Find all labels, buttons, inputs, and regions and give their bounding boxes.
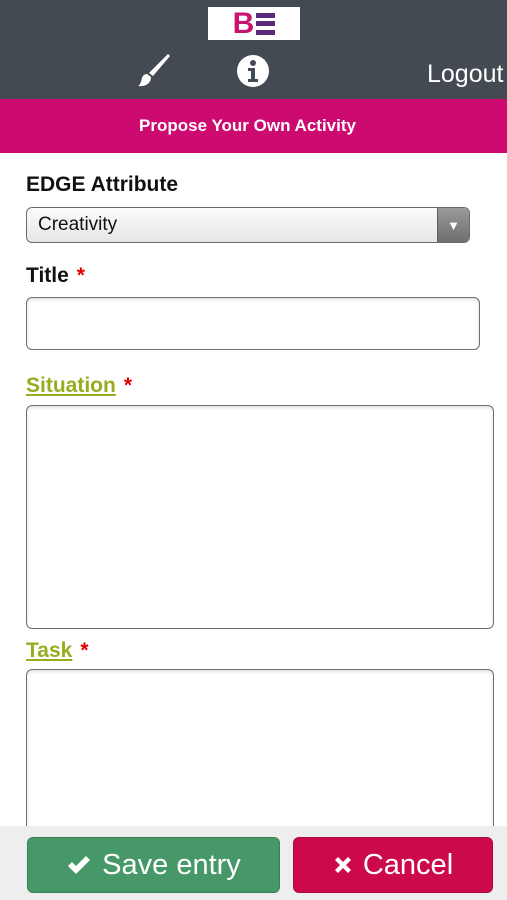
situation-textarea[interactable]: [26, 405, 494, 629]
title-input[interactable]: [26, 297, 480, 350]
task-label: Task *: [26, 639, 89, 663]
page-title: Propose Your Own Activity: [139, 116, 356, 135]
logo-letter: B: [232, 6, 255, 40]
required-asterisk: *: [76, 264, 85, 287]
task-help-link[interactable]: Task: [26, 639, 72, 662]
cancel-label: Cancel: [362, 848, 454, 881]
required-asterisk: *: [123, 374, 133, 397]
brush-icon[interactable]: [134, 52, 172, 90]
dropdown-arrow-icon[interactable]: ▼: [437, 208, 469, 242]
situation-label: Situation *: [26, 374, 132, 398]
app-header: B Logout: [0, 0, 507, 99]
logout-link[interactable]: Logout: [427, 60, 503, 89]
logo-e-mark: [256, 12, 276, 35]
app-logo: B: [208, 7, 300, 40]
edge-attribute-select[interactable]: Creativity ▼: [26, 207, 470, 243]
save-entry-label: Save entry: [102, 848, 241, 881]
cancel-button[interactable]: Cancel: [293, 837, 493, 893]
close-icon: [333, 855, 353, 875]
info-icon[interactable]: [236, 54, 270, 88]
edge-attribute-label: EDGE Attribute: [26, 173, 178, 197]
action-footer: Save entry Cancel: [0, 826, 507, 900]
required-asterisk: *: [80, 639, 89, 662]
checkmark-icon: [66, 854, 92, 876]
save-entry-button[interactable]: Save entry: [27, 837, 280, 893]
page-header: Propose Your Own Activity: [0, 99, 507, 153]
title-label: Title *: [26, 264, 85, 288]
title-label-text: Title: [26, 264, 69, 287]
edge-attribute-label-text: EDGE Attribute: [26, 173, 179, 196]
edge-attribute-value: Creativity: [38, 214, 118, 235]
situation-help-link[interactable]: Situation: [26, 374, 116, 397]
